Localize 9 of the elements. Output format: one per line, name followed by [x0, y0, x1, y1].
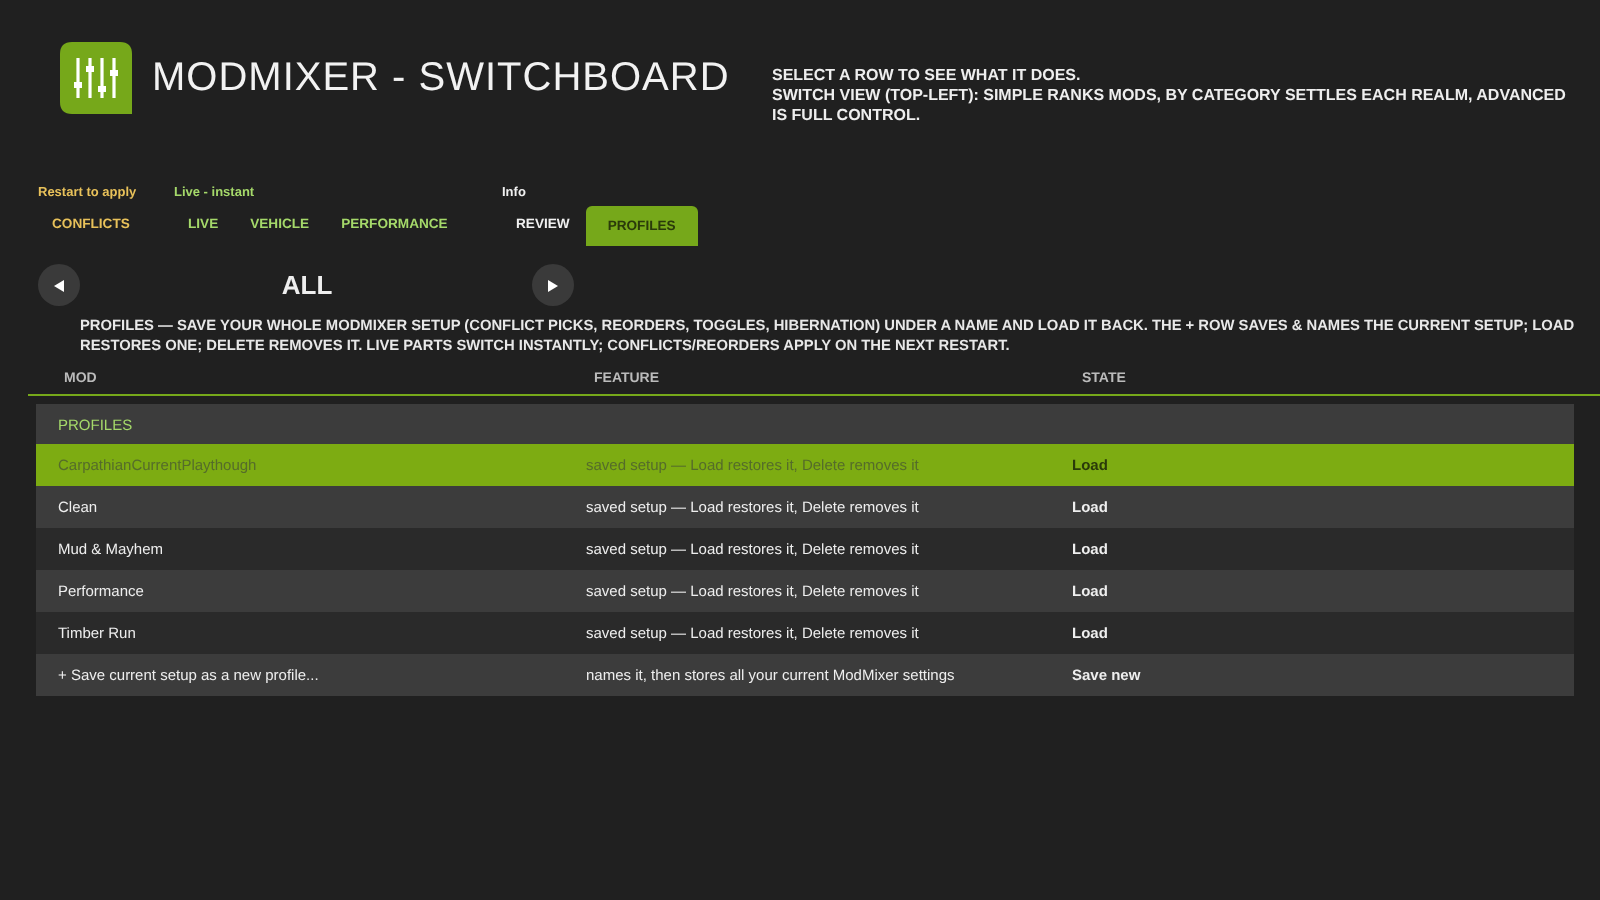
- app-title: MODMIXER - SWITCHBOARD: [152, 55, 730, 101]
- help-text: SELECT A ROW TO SEE WHAT IT DOES.: [772, 66, 1083, 86]
- right-triangle-icon: [548, 279, 558, 291]
- category-label: ALL: [279, 270, 335, 300]
- previous-button[interactable]: [38, 264, 80, 306]
- next-button[interactable]: [532, 264, 574, 306]
- help-text: SWITCH VIEW (TOP-LEFT): SIMPLE RANKS MODS, BY CATEGORY SETTLES EACH REALM, ADVANCED IS FULL CONTROL.: [772, 86, 1568, 126]
- left-triangle-icon: [54, 279, 64, 291]
- sliders-logo-icon: [60, 42, 132, 114]
